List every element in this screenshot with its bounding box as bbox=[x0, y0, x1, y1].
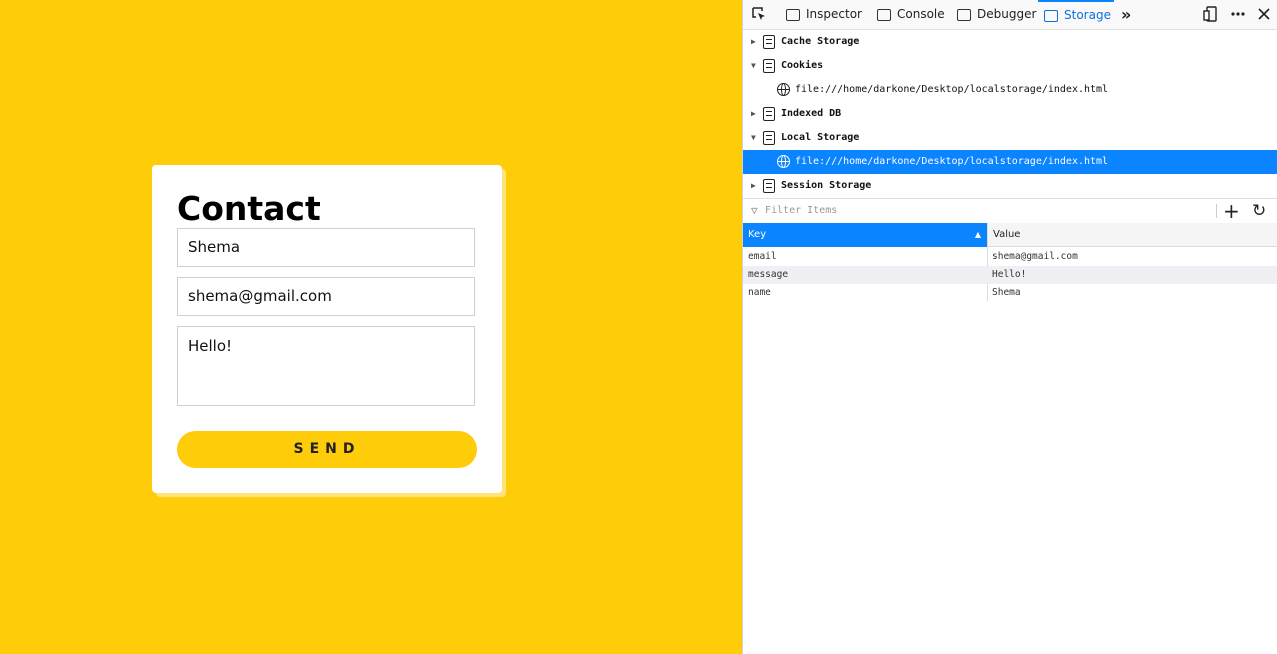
expand-arrow-icon[interactable]: ▶ bbox=[751, 174, 756, 198]
email-input[interactable]: shema@gmail.com bbox=[177, 277, 475, 316]
inspector-icon bbox=[786, 8, 800, 21]
tree-item-session-storage[interactable]: ▶ Session Storage bbox=[743, 174, 1277, 198]
database-icon bbox=[763, 35, 775, 49]
close-icon[interactable] bbox=[1256, 6, 1272, 22]
tab-console[interactable]: Console bbox=[877, 0, 945, 29]
table-row[interactable]: message Hello! bbox=[743, 266, 1277, 284]
column-header-value[interactable]: Value bbox=[987, 223, 1277, 247]
name-input[interactable]: Shema bbox=[177, 228, 475, 267]
collapse-arrow-icon[interactable]: ▼ bbox=[751, 126, 756, 150]
filter-bar: ▽ Filter Items + ↻ bbox=[743, 198, 1277, 224]
element-picker-icon[interactable] bbox=[751, 6, 767, 22]
filter-icon: ▽ bbox=[751, 204, 758, 217]
database-icon bbox=[763, 59, 775, 73]
collapse-arrow-icon[interactable]: ▼ bbox=[751, 54, 756, 78]
tab-debugger[interactable]: Debugger bbox=[957, 0, 1036, 29]
tree-item-local-storage-file[interactable]: file:///home/darkone/Desktop/localstorag… bbox=[743, 150, 1277, 174]
tree-item-cookies[interactable]: ▼ Cookies bbox=[743, 54, 1277, 78]
tab-inspector[interactable]: Inspector bbox=[786, 0, 862, 29]
webpage-viewport: Contact Shema shema@gmail.com Hello! SEN… bbox=[0, 0, 742, 654]
contact-title: Contact bbox=[177, 189, 321, 228]
tree-item-cookies-file[interactable]: file:///home/darkone/Desktop/localstorag… bbox=[743, 78, 1277, 102]
table-row[interactable]: name Shema bbox=[743, 284, 1277, 302]
expand-arrow-icon[interactable]: ▶ bbox=[751, 102, 756, 126]
message-textarea[interactable]: Hello! bbox=[177, 326, 475, 406]
database-icon bbox=[763, 131, 775, 145]
devtools-panel: Inspector Console Debugger Storage » ▶ Ca… bbox=[742, 0, 1277, 654]
add-item-icon[interactable]: + bbox=[1223, 199, 1240, 223]
debugger-icon bbox=[957, 8, 971, 21]
tab-storage[interactable]: Storage bbox=[1038, 0, 1114, 27]
table-row[interactable]: email shema@gmail.com bbox=[743, 248, 1277, 266]
refresh-icon[interactable]: ↻ bbox=[1252, 199, 1266, 223]
column-header-key[interactable]: Key ▲ bbox=[743, 223, 987, 247]
expand-arrow-icon[interactable]: ▶ bbox=[751, 30, 756, 54]
globe-icon bbox=[777, 155, 790, 168]
toolbar-divider bbox=[1216, 204, 1217, 218]
contact-card: Contact Shema shema@gmail.com Hello! SEN… bbox=[152, 165, 502, 493]
tree-item-cache-storage[interactable]: ▶ Cache Storage bbox=[743, 30, 1277, 54]
filter-input[interactable]: Filter Items bbox=[765, 199, 837, 223]
responsive-design-icon[interactable] bbox=[1203, 6, 1219, 22]
database-icon bbox=[763, 179, 775, 193]
more-options-icon[interactable] bbox=[1230, 6, 1246, 22]
send-button[interactable]: SEND bbox=[177, 431, 477, 468]
tree-item-indexed-db[interactable]: ▶ Indexed DB bbox=[743, 102, 1277, 126]
tree-item-local-storage[interactable]: ▼ Local Storage bbox=[743, 126, 1277, 150]
more-tabs-chevron-icon[interactable]: » bbox=[1121, 0, 1131, 29]
sort-ascending-icon: ▲ bbox=[974, 230, 981, 239]
storage-tree: ▶ Cache Storage ▼ Cookies file:///home/dar… bbox=[743, 30, 1277, 198]
console-icon bbox=[877, 8, 891, 21]
globe-icon bbox=[777, 83, 790, 96]
devtools-toolbar: Inspector Console Debugger Storage » bbox=[743, 0, 1277, 30]
database-icon bbox=[763, 107, 775, 121]
storage-icon bbox=[1044, 9, 1058, 22]
